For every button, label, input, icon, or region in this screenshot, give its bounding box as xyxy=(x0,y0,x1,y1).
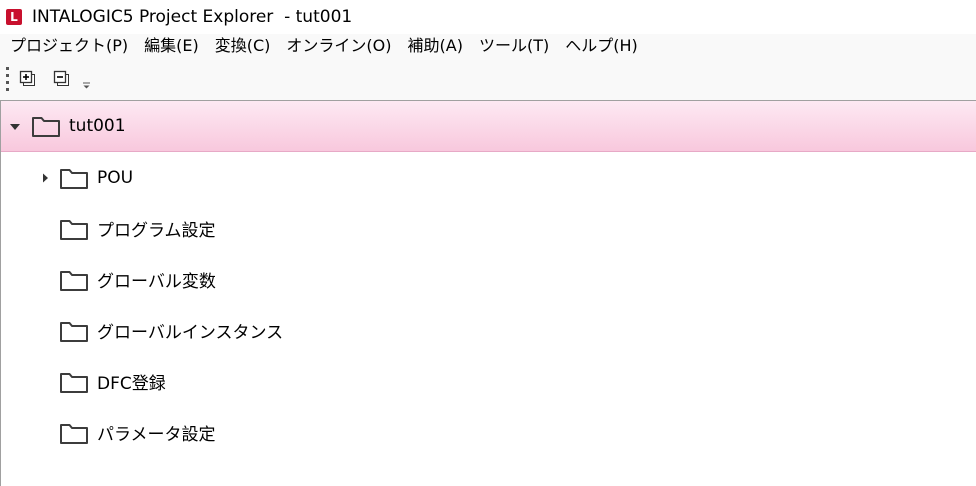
folder-icon xyxy=(60,219,88,240)
expand-arrow-icon xyxy=(43,173,48,182)
folder-icon xyxy=(60,270,88,291)
tree-node-label: POU xyxy=(97,167,134,188)
overflow-chevron-icon xyxy=(82,82,90,89)
menu-online[interactable]: オンライン(O) xyxy=(278,34,399,58)
app-logo-icon: L xyxy=(6,9,22,25)
menu-tools[interactable]: ツール(T) xyxy=(471,34,557,58)
app-logo-letter: L xyxy=(10,10,18,24)
menu-bar: プロジェクト(P) 編集(E) 変換(C) オンライン(O) 補助(A) ツール… xyxy=(0,34,976,58)
tree-node-program-settings[interactable]: プログラム設定 xyxy=(1,203,976,254)
menu-assist[interactable]: 補助(A) xyxy=(400,34,471,58)
menu-edit[interactable]: 編集(E) xyxy=(136,34,207,58)
collapse-arrow-icon xyxy=(10,124,20,130)
title-bar: L INTALOGIC5 Project Explorer - tut001 xyxy=(0,0,976,34)
tree-node-label: パラメータ設定 xyxy=(97,425,216,445)
expander-collapsed[interactable] xyxy=(37,170,53,186)
menu-convert[interactable]: 変換(C) xyxy=(207,34,279,58)
tree-node-pou[interactable]: POU xyxy=(1,152,976,203)
tree-node-dfc-registration[interactable]: DFC登録 xyxy=(1,356,976,407)
tree-node-label: プログラム設定 xyxy=(97,221,216,241)
tree-node-label: グローバルインスタンス xyxy=(97,323,284,343)
tree-node-label: DFC登録 xyxy=(97,374,166,394)
tree-node-parameter-settings[interactable]: パラメータ設定 xyxy=(1,407,976,458)
toolbar xyxy=(0,58,976,101)
toolbar-overflow-button[interactable] xyxy=(81,68,91,90)
project-explorer-window: L INTALOGIC5 Project Explorer - tut001 プ… xyxy=(0,0,976,486)
menu-project[interactable]: プロジェクト(P) xyxy=(2,34,136,58)
toolbar-grip[interactable] xyxy=(6,67,9,91)
project-tree: tut001 POU プログラム設定 グローバル変数 グローバルインスタンス D… xyxy=(0,101,976,486)
menu-help[interactable]: ヘルプ(H) xyxy=(557,34,646,58)
tree-node-label: グローバル変数 xyxy=(97,272,216,292)
tree-node-root[interactable]: tut001 xyxy=(1,101,976,152)
expand-all-button[interactable] xyxy=(17,68,39,90)
folder-icon xyxy=(60,423,88,444)
expand-all-icon xyxy=(19,70,35,86)
tree-node-label: tut001 xyxy=(69,116,126,136)
tree-node-global-variables[interactable]: グローバル変数 xyxy=(1,254,976,305)
folder-icon xyxy=(60,372,88,393)
window-title: INTALOGIC5 Project Explorer - tut001 xyxy=(32,7,353,27)
folder-icon xyxy=(60,168,88,189)
folder-icon xyxy=(60,321,88,342)
collapse-all-button[interactable] xyxy=(51,68,73,90)
expander-expanded[interactable] xyxy=(7,118,23,134)
collapse-all-icon xyxy=(53,70,69,86)
tree-node-global-instances[interactable]: グローバルインスタンス xyxy=(1,305,976,356)
folder-icon xyxy=(32,117,60,137)
